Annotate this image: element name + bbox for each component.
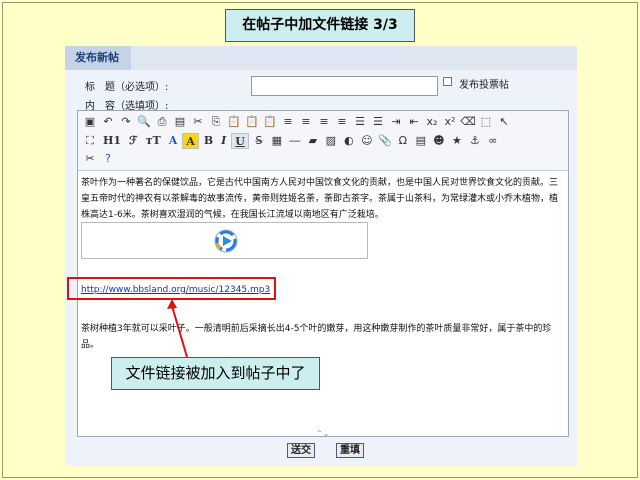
submit-button[interactable]: 送交 (287, 443, 315, 458)
callout-box: 文件链接被加入到帖子中了 (111, 357, 320, 390)
reset-button[interactable]: 重填 (336, 443, 364, 458)
callout-arrow (167, 299, 188, 358)
